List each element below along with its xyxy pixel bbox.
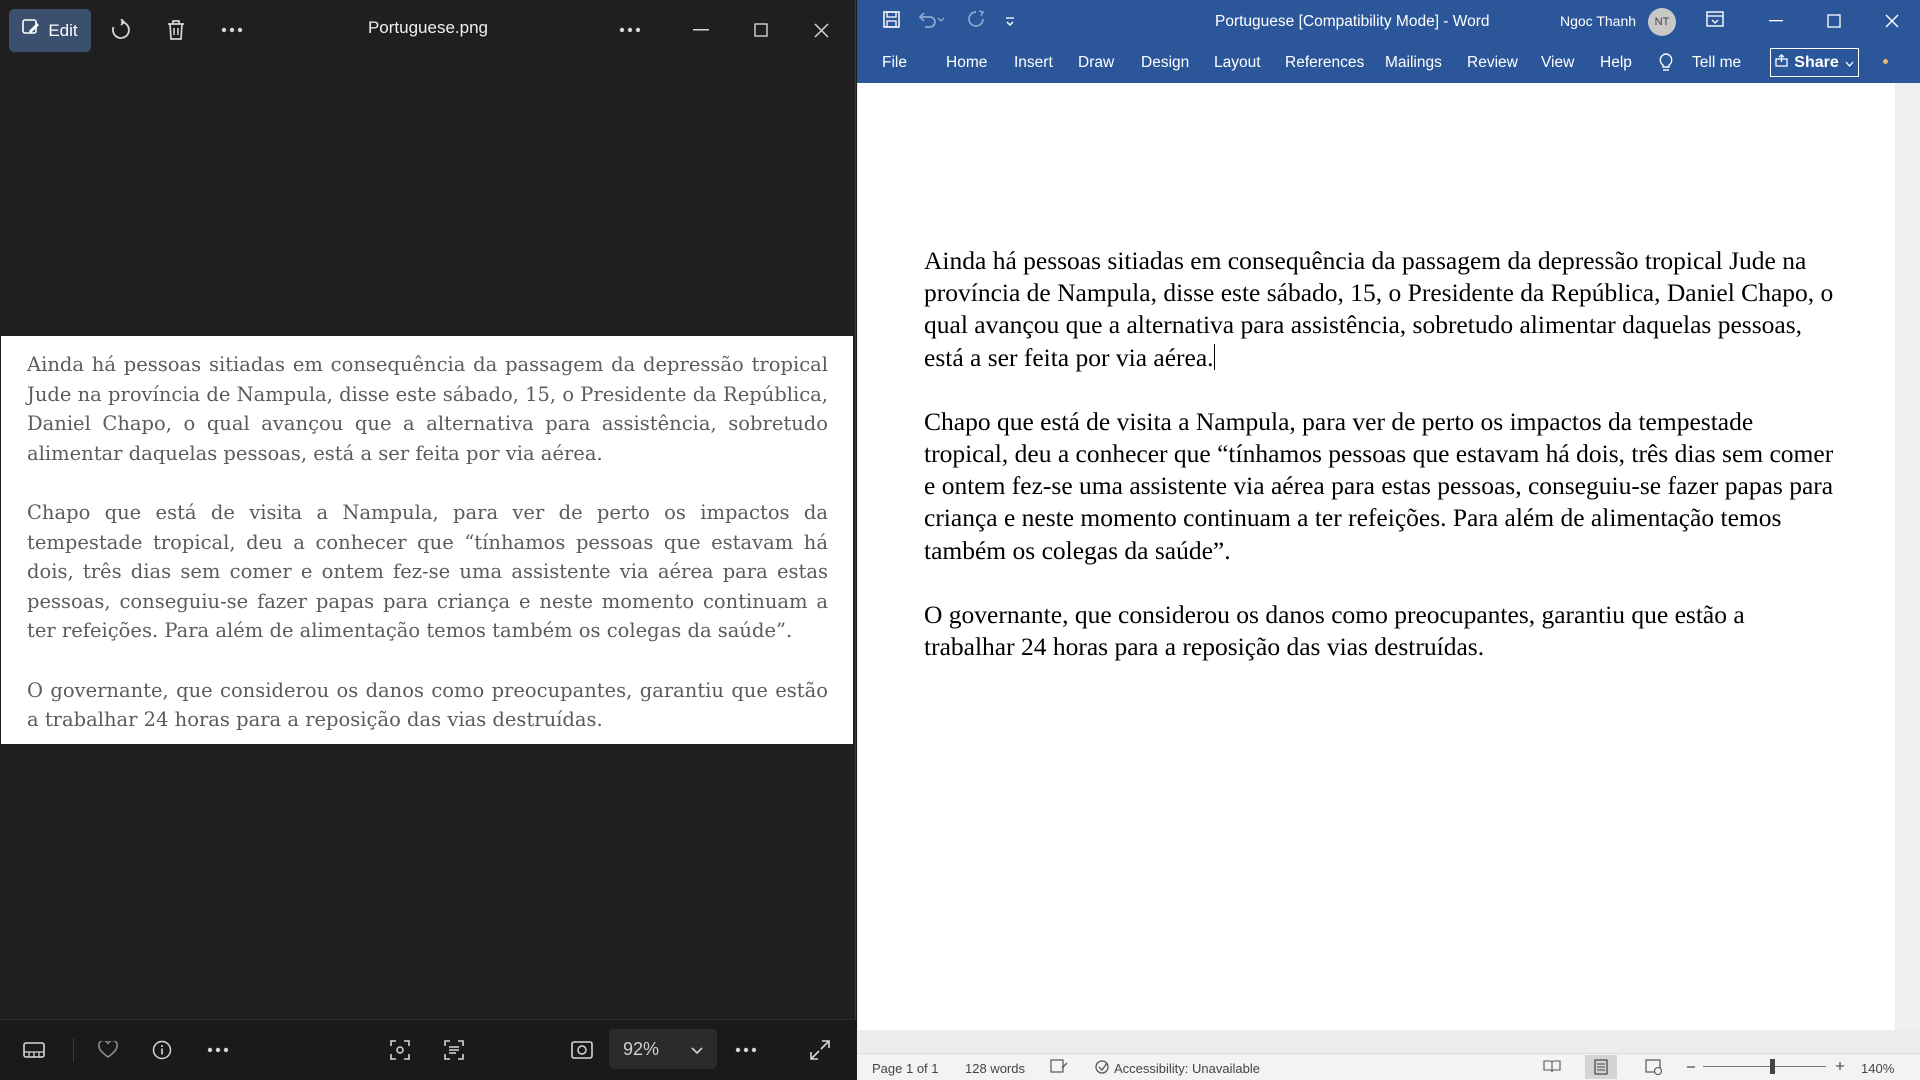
image-canvas: Ainda há pessoas sitiadas em consequênci… (1, 336, 853, 744)
more-icon[interactable] (610, 10, 650, 50)
web-layout-icon[interactable] (1645, 1059, 1663, 1078)
image-paragraph: Ainda há pessoas sitiadas em consequênci… (27, 353, 828, 465)
heart-icon[interactable] (88, 1030, 128, 1070)
zoom-level: 92% (623, 1038, 660, 1059)
notification-dot (1883, 59, 1888, 64)
image-paragraph: O governante, que considerou os danos co… (27, 678, 828, 732)
text-cursor (1213, 343, 1215, 370)
close-icon[interactable] (1885, 12, 1899, 33)
file-name: Portuguese.png (367, 18, 489, 37)
tab-mailings[interactable]: Mailings (1385, 54, 1442, 72)
avatar[interactable]: NT (1648, 8, 1676, 36)
tab-view[interactable]: View (1541, 54, 1574, 72)
maximize-icon[interactable] (1827, 12, 1841, 33)
tab-references[interactable]: References (1285, 54, 1364, 72)
minimize-icon[interactable] (681, 10, 721, 50)
edit-label: Edit (48, 20, 78, 40)
photos-titlebar: Edit Portuguese.png (0, 0, 856, 60)
accessibility-status[interactable]: Accessibility: Unavailable (1114, 1061, 1260, 1076)
info-icon[interactable] (142, 1030, 182, 1070)
lightbulb-icon[interactable] (1659, 53, 1673, 77)
zoom-out-icon[interactable] (1686, 1059, 1696, 1076)
fullscreen-icon[interactable] (800, 1030, 840, 1070)
divider (73, 1038, 74, 1062)
paragraph-text: Ainda há pessoas sitiadas em consequênci… (924, 246, 1834, 372)
tab-help[interactable]: Help (1600, 54, 1632, 72)
chevron-down-icon (691, 1039, 703, 1060)
zoom-slider-track[interactable] (1703, 1066, 1826, 1067)
edit-icon (22, 19, 40, 42)
document-paragraph[interactable]: Chapo que está de visita a Nampula, para… (924, 406, 1836, 567)
read-mode-icon[interactable] (1543, 1059, 1561, 1076)
save-icon[interactable] (883, 11, 900, 33)
undo-icon[interactable] (917, 10, 945, 33)
rotate-icon[interactable] (101, 10, 141, 50)
edit-button[interactable]: Edit (9, 9, 91, 52)
tab-review[interactable]: Review (1467, 54, 1518, 72)
tell-me-search[interactable]: Tell me (1692, 54, 1741, 72)
ribbon-tabs: File Home Insert Draw Design Layout Refe… (857, 43, 1920, 83)
more-icon[interactable] (726, 1030, 766, 1070)
document-title: Portuguese [Compatibility Mode] - Word (1215, 13, 1490, 30)
delete-icon[interactable] (156, 10, 196, 50)
photos-window: Edit Portuguese.png Ainda há pessoas sit… (0, 0, 856, 1080)
tab-insert[interactable]: Insert (1014, 54, 1053, 72)
customize-toolbar-icon[interactable] (1005, 12, 1015, 33)
document-paragraph[interactable]: O governante, que considerou os danos co… (924, 599, 1836, 663)
zoom-percentage[interactable]: 140% (1861, 1061, 1894, 1076)
maximize-icon[interactable] (741, 10, 781, 50)
fit-icon[interactable] (562, 1030, 602, 1070)
zoom-in-icon[interactable] (1835, 1059, 1845, 1074)
vertical-scrollbar[interactable] (1896, 83, 1920, 1030)
minimize-icon[interactable] (1769, 12, 1783, 33)
filmstrip-icon[interactable] (14, 1030, 54, 1070)
ribbon-display-icon[interactable] (1706, 11, 1724, 32)
tab-file[interactable]: File (882, 54, 907, 72)
more-icon[interactable] (212, 10, 252, 50)
crop-icon[interactable] (380, 1030, 420, 1070)
page-count[interactable]: Page 1 of 1 (872, 1061, 939, 1076)
word-titlebar: Portuguese [Compatibility Mode] - Word N… (857, 0, 1920, 43)
document-paragraph[interactable]: Ainda há pessoas sitiadas em consequênci… (924, 245, 1836, 374)
word-count[interactable]: 128 words (965, 1061, 1025, 1076)
redo-icon[interactable] (967, 10, 985, 33)
document-body[interactable]: Ainda há pessoas sitiadas em consequênci… (924, 245, 1836, 695)
word-window: Portuguese [Compatibility Mode] - Word N… (857, 0, 1920, 1080)
share-icon (1775, 53, 1788, 72)
chevron-down-icon (1845, 54, 1854, 72)
status-bar: Page 1 of 1 128 words Accessibility: Una… (857, 1053, 1920, 1080)
tab-layout[interactable]: Layout (1214, 54, 1261, 72)
tab-draw[interactable]: Draw (1078, 54, 1114, 72)
print-layout-icon (1593, 1059, 1609, 1078)
share-button[interactable]: Share (1770, 48, 1859, 77)
tab-home[interactable]: Home (946, 54, 987, 72)
user-name[interactable]: Ngoc Thanh (1560, 13, 1636, 29)
zoom-slider-thumb[interactable] (1770, 1059, 1775, 1074)
text-scan-icon[interactable] (434, 1030, 474, 1070)
more-icon[interactable] (198, 1030, 238, 1070)
document-page[interactable]: Ainda há pessoas sitiadas em consequênci… (858, 83, 1895, 1030)
proofing-icon[interactable] (1050, 1059, 1068, 1076)
tab-design[interactable]: Design (1141, 54, 1189, 72)
image-paragraph: Chapo que está de visita a Nampula, para… (27, 500, 828, 643)
share-label: Share (1794, 53, 1839, 71)
accessibility-icon[interactable] (1094, 1059, 1110, 1078)
zoom-dropdown[interactable]: 92% (609, 1029, 717, 1069)
close-icon[interactable] (801, 10, 841, 50)
photos-bottom-toolbar (0, 1019, 856, 1080)
